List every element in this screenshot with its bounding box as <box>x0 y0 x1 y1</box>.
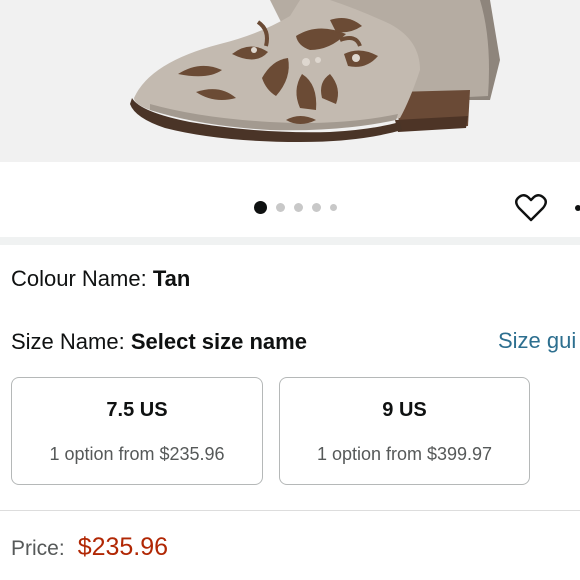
carousel-dot[interactable] <box>312 202 321 212</box>
size-option-detail: 1 option from $399.97 <box>316 444 493 464</box>
size-guide-link[interactable]: Size gui <box>498 328 576 354</box>
size-value: Select size name <box>130 329 307 354</box>
carousel-dot[interactable] <box>294 202 303 212</box>
product-image[interactable] <box>0 0 580 162</box>
carousel-dot-active[interactable] <box>254 200 267 214</box>
size-label: Size Name: <box>11 329 125 354</box>
colour-name-row: Colour Name: Tan <box>11 266 190 292</box>
size-option-card[interactable]: 9 US 1 option from $399.97 <box>279 377 530 485</box>
heart-icon[interactable] <box>514 193 548 223</box>
carousel-dot[interactable] <box>330 203 337 211</box>
carousel-indicator[interactable] <box>254 199 337 215</box>
size-option-card[interactable]: 7.5 US 1 option from $235.96 <box>11 377 263 485</box>
section-divider <box>0 237 580 245</box>
carousel-dot[interactable] <box>276 202 285 212</box>
colour-value: Tan <box>152 266 191 291</box>
price-value: $235.96 <box>77 533 169 561</box>
colour-label: Colour Name: <box>11 266 147 291</box>
share-icon[interactable] <box>572 200 580 216</box>
size-option-name: 9 US <box>382 399 427 421</box>
price-label: Price: <box>11 537 65 560</box>
size-name-row: Size Name: Select size name <box>11 329 307 355</box>
size-option-detail: 1 option from $235.96 <box>49 444 225 464</box>
boot-illustration <box>130 0 500 142</box>
size-option-name: 7.5 US <box>106 399 168 421</box>
divider <box>0 510 580 511</box>
price-row: Price: $235.96 <box>11 533 168 562</box>
